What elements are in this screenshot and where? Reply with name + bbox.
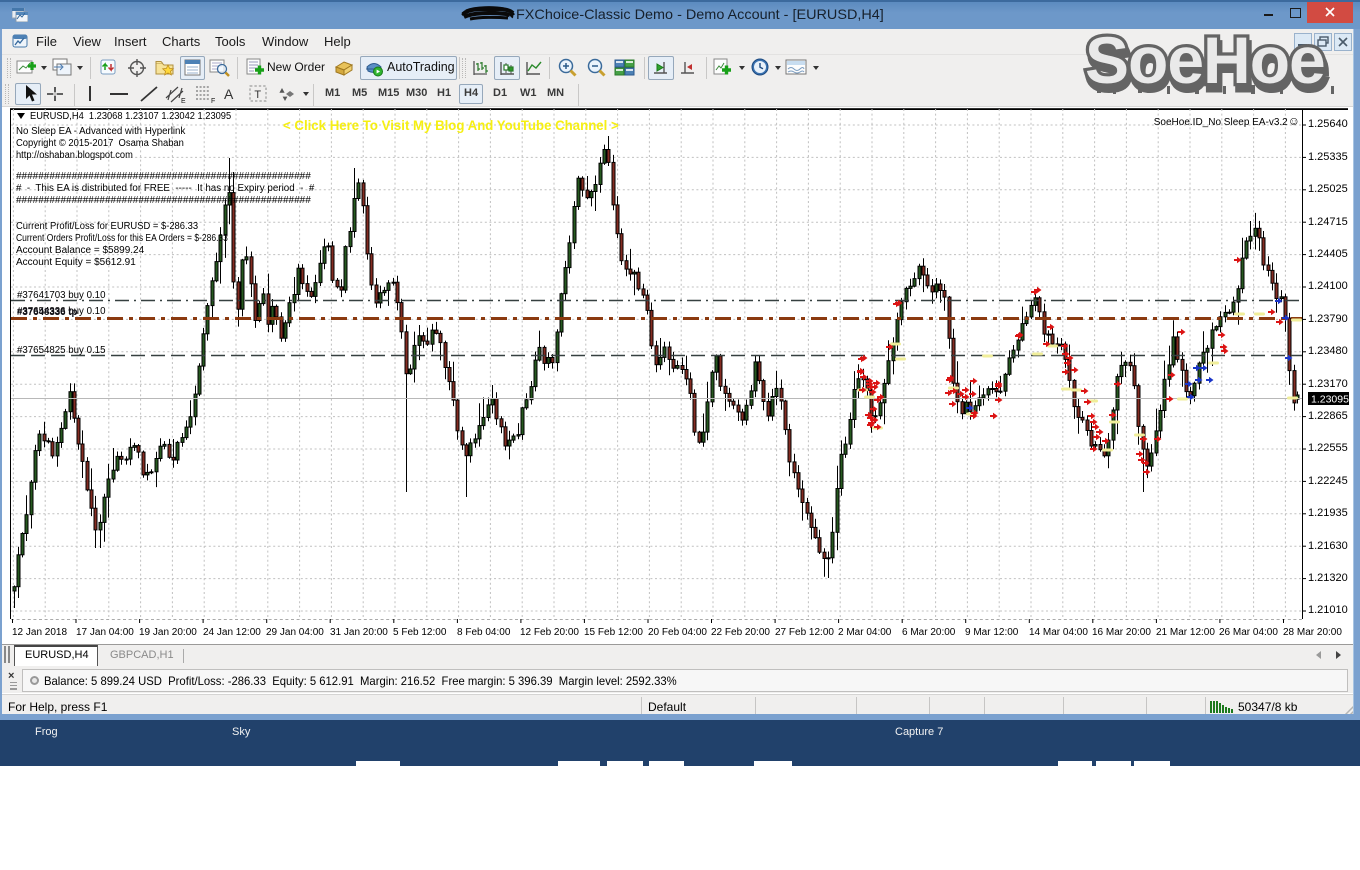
svg-text:SoeHoe: SoeHoe <box>1085 24 1325 97</box>
svg-text:1.23095: 1.23095 <box>1311 394 1349 406</box>
